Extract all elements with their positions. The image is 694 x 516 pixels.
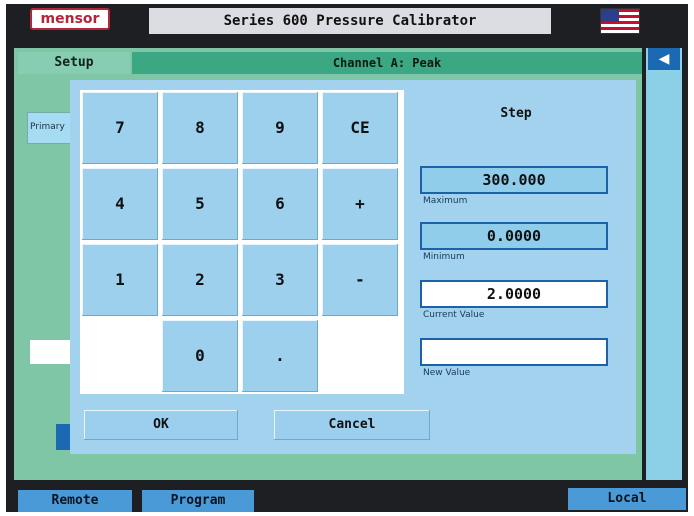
background-field: [30, 340, 74, 364]
key-blank-left: [82, 320, 158, 392]
new-value-field[interactable]: [420, 338, 608, 366]
key-0[interactable]: 0: [162, 320, 238, 392]
remote-button[interactable]: Remote: [18, 490, 132, 512]
local-button[interactable]: Local: [568, 488, 686, 510]
mensor-logo: mensor: [30, 8, 110, 30]
key-6[interactable]: 6: [242, 168, 318, 240]
key-5[interactable]: 5: [162, 168, 238, 240]
key-plus[interactable]: +: [322, 168, 398, 240]
channel-title-bar: Channel A: Peak: [132, 52, 642, 74]
current-value-label: Current Value: [423, 310, 485, 320]
key-2[interactable]: 2: [162, 244, 238, 316]
background-button: [56, 424, 70, 450]
key-7[interactable]: 7: [82, 92, 158, 164]
key-9[interactable]: 9: [242, 92, 318, 164]
key-blank-right: [322, 320, 398, 392]
program-button[interactable]: Program: [142, 490, 254, 512]
key-4[interactable]: 4: [82, 168, 158, 240]
key-8[interactable]: 8: [162, 92, 238, 164]
cancel-button[interactable]: Cancel: [274, 410, 430, 440]
current-value-field[interactable]: 2.0000: [420, 280, 608, 308]
new-value-label: New Value: [423, 368, 471, 378]
key-clear-entry[interactable]: CE: [322, 92, 398, 164]
numeric-keypad: 7 8 9 CE 4 5 6 + 1 2 3 - 0 .: [80, 90, 404, 394]
left-arrow-icon[interactable]: ◀: [648, 48, 680, 70]
side-panel: [646, 48, 682, 480]
tab-setup[interactable]: Setup: [18, 52, 130, 74]
us-flag-icon: [600, 8, 640, 34]
key-3[interactable]: 3: [242, 244, 318, 316]
minimum-field: 0.0000: [420, 222, 608, 250]
maximum-field: 300.000: [420, 166, 608, 194]
key-minus[interactable]: -: [322, 244, 398, 316]
maximum-label: Maximum: [423, 196, 468, 206]
ok-button[interactable]: OK: [84, 410, 238, 440]
window-title: Series 600 Pressure Calibrator: [149, 8, 551, 34]
minimum-label: Minimum: [423, 252, 465, 262]
dialog-title: Step: [500, 106, 532, 121]
key-1[interactable]: 1: [82, 244, 158, 316]
key-decimal-point[interactable]: .: [242, 320, 318, 392]
